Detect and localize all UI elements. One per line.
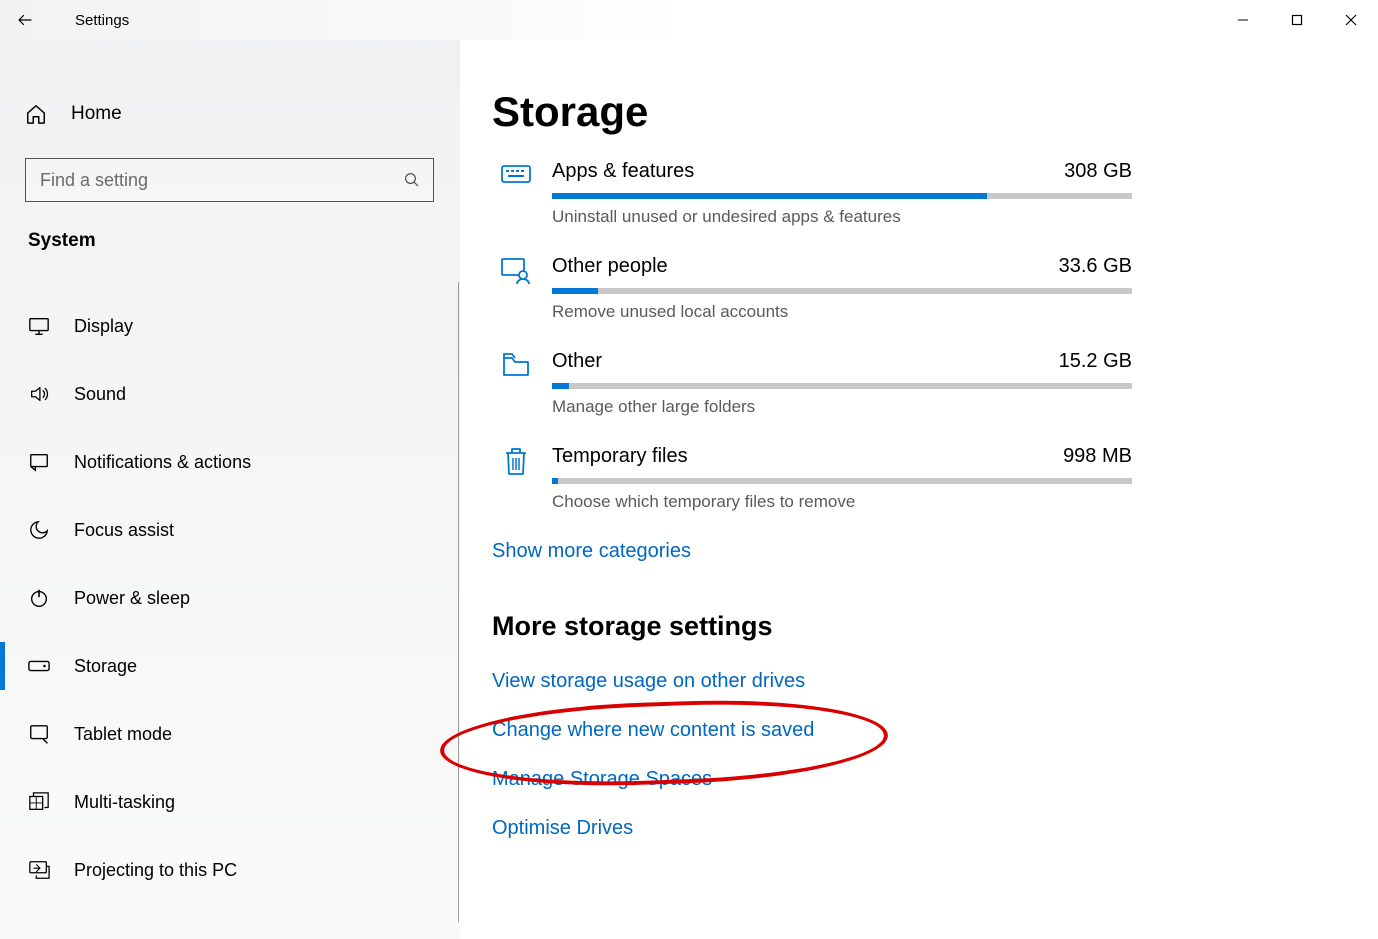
display-icon	[28, 315, 56, 337]
sidebar-item-label: Display	[74, 316, 133, 337]
link-change-save-location[interactable]: Change where new content is saved	[492, 719, 1358, 742]
sidebar-item-label: Projecting to this PC	[74, 860, 237, 881]
sidebar-item-label: Sound	[74, 384, 126, 405]
category-name: Temporary files	[552, 445, 688, 468]
folder-icon	[492, 350, 540, 378]
search-box[interactable]	[25, 158, 434, 202]
titlebar: Settings	[0, 0, 1378, 40]
sidebar-item-label: Power & sleep	[74, 588, 190, 609]
close-icon	[1345, 14, 1357, 26]
category-size: 15.2 GB	[1059, 350, 1132, 373]
moon-icon	[28, 519, 56, 541]
search-input[interactable]	[40, 170, 403, 191]
apps-icon	[492, 160, 540, 186]
category-size: 308 GB	[1064, 160, 1132, 183]
link-view-other-drives[interactable]: View storage usage on other drives	[492, 670, 1358, 693]
show-more-categories-link[interactable]: Show more categories	[492, 540, 691, 563]
sidebar-item-label: Tablet mode	[74, 724, 172, 745]
window-controls	[1216, 0, 1378, 40]
category-name: Other	[552, 350, 602, 373]
category-desc: Choose which temporary files to remove	[552, 492, 1132, 512]
close-button[interactable]	[1324, 0, 1378, 40]
sidebar-item-focus-assist[interactable]: Focus assist	[0, 496, 458, 564]
category-desc: Uninstall unused or undesired apps & fea…	[552, 207, 1132, 227]
people-icon	[492, 255, 540, 285]
storage-category-other-people[interactable]: Other people 33.6 GB Remove unused local…	[492, 255, 1132, 322]
sidebar-item-sound[interactable]: Sound	[0, 360, 458, 428]
category-desc: Remove unused local accounts	[552, 302, 1132, 322]
home-icon	[25, 103, 53, 125]
sidebar-item-label: Storage	[74, 656, 137, 677]
link-optimise-drives[interactable]: Optimise Drives	[492, 817, 1358, 840]
usage-bar	[552, 383, 1132, 389]
sidebar-item-tablet-mode[interactable]: Tablet mode	[0, 700, 458, 768]
window-title: Settings	[75, 12, 129, 29]
sidebar-nav: Display Sound Notifications & actions Fo…	[0, 282, 459, 922]
minimize-icon	[1237, 14, 1249, 26]
category-name: Other people	[552, 255, 668, 278]
projecting-icon	[28, 859, 56, 881]
trash-icon	[492, 445, 540, 477]
maximize-icon	[1291, 14, 1303, 26]
sidebar-item-storage[interactable]: Storage	[0, 632, 458, 700]
usage-bar	[552, 478, 1132, 484]
home-label: Home	[71, 103, 122, 125]
category-size: 33.6 GB	[1059, 255, 1132, 278]
storage-category-other[interactable]: Other 15.2 GB Manage other large folders	[492, 350, 1132, 417]
storage-icon	[28, 659, 56, 673]
usage-bar	[552, 288, 1132, 294]
storage-category-apps[interactable]: Apps & features 308 GB Uninstall unused …	[492, 160, 1132, 227]
sidebar-item-display[interactable]: Display	[0, 292, 458, 360]
home-nav[interactable]: Home	[0, 90, 459, 138]
minimize-button[interactable]	[1216, 0, 1270, 40]
link-manage-storage-spaces[interactable]: Manage Storage Spaces	[492, 768, 1358, 791]
sound-icon	[28, 383, 56, 405]
main-panel: Storage Apps & features 308 GB Uninstall…	[460, 40, 1378, 939]
sidebar-item-label: Focus assist	[74, 520, 174, 541]
sidebar-item-label: Notifications & actions	[74, 452, 251, 473]
multitasking-icon	[28, 791, 56, 813]
sidebar-item-notifications[interactable]: Notifications & actions	[0, 428, 458, 496]
tablet-icon	[28, 723, 56, 745]
page-title: Storage	[492, 88, 1358, 136]
sidebar-item-power-sleep[interactable]: Power & sleep	[0, 564, 458, 632]
sidebar-group-label: System	[0, 230, 459, 252]
category-name: Apps & features	[552, 160, 694, 183]
maximize-button[interactable]	[1270, 0, 1324, 40]
category-desc: Manage other large folders	[552, 397, 1132, 417]
sidebar-item-multitasking[interactable]: Multi-tasking	[0, 768, 458, 836]
more-storage-heading: More storage settings	[492, 611, 1358, 642]
sidebar-item-projecting[interactable]: Projecting to this PC	[0, 836, 458, 904]
storage-category-temp[interactable]: Temporary files 998 MB Choose which temp…	[492, 445, 1132, 512]
notifications-icon	[28, 451, 56, 473]
search-icon	[403, 171, 421, 189]
category-size: 998 MB	[1063, 445, 1132, 468]
power-icon	[28, 587, 56, 609]
sidebar: Home System Display Sound	[0, 40, 460, 939]
more-storage-links: View storage usage on other drives Chang…	[492, 670, 1358, 840]
arrow-left-icon	[16, 11, 34, 29]
sidebar-item-label: Multi-tasking	[74, 792, 175, 813]
usage-bar	[552, 193, 1132, 199]
back-button[interactable]	[0, 0, 50, 40]
